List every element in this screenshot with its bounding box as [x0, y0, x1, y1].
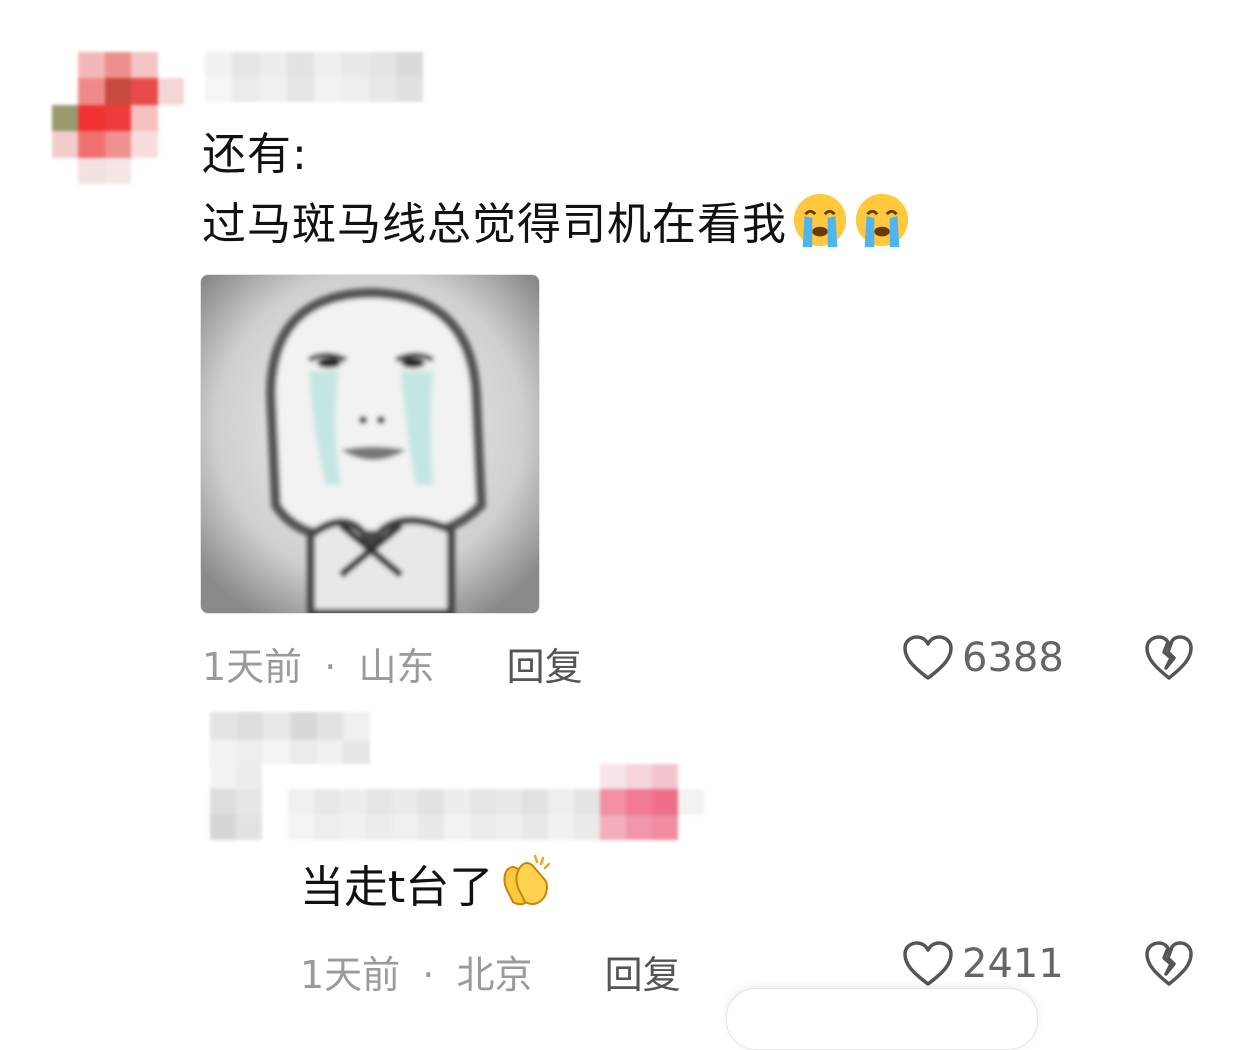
reply-to-username-blurred: [210, 764, 730, 840]
comment-text-line-2-words: 过马斑马线总觉得司机在看我: [202, 199, 787, 250]
loudly-crying-face-icon: [855, 193, 909, 248]
clapping-hands-icon: [503, 854, 551, 906]
avatar-blurred[interactable]: [52, 52, 184, 184]
crying-meme-face-sticker: [201, 275, 539, 613]
sticker-image[interactable]: [200, 274, 540, 614]
reply-button[interactable]: 回复: [605, 953, 681, 997]
comment-location: 山东: [358, 645, 435, 689]
meta-separator: ·: [324, 645, 337, 689]
floating-bottom-bar[interactable]: [726, 988, 1038, 1050]
broken-heart-icon[interactable]: [1144, 634, 1194, 682]
broken-heart-icon[interactable]: [1144, 940, 1194, 988]
comment-text-line-2: 过马斑马线总觉得司机在看我: [202, 190, 1202, 260]
comment-text: 还有: 过马斑马线总觉得司机在看我: [202, 120, 1202, 260]
reply-time: 1天前: [300, 953, 401, 997]
like-button[interactable]: 6388: [902, 634, 1064, 682]
like-count: 2411: [962, 941, 1064, 987]
reply-meta: 1天前 · 北京 回复: [300, 944, 681, 999]
heart-icon: [903, 941, 953, 986]
comment-time: 1天前: [202, 645, 303, 689]
like-count: 6388: [962, 635, 1064, 681]
heart-icon: [903, 635, 953, 680]
reply-button[interactable]: 回复: [507, 645, 583, 689]
loudly-crying-face-icon: [793, 193, 847, 248]
reply-text: 当走t台了: [300, 850, 559, 923]
reply-username-blurred[interactable]: [210, 712, 370, 768]
comment-meta: 1天前 · 山东 回复: [202, 636, 583, 691]
like-button[interactable]: 2411: [902, 940, 1064, 988]
username-blurred[interactable]: [205, 52, 423, 102]
reply-location: 北京: [456, 953, 533, 997]
meta-separator: ·: [422, 953, 435, 997]
reply-text-words: 当走t台了: [300, 862, 494, 913]
comment-text-line-1: 还有:: [202, 129, 308, 180]
